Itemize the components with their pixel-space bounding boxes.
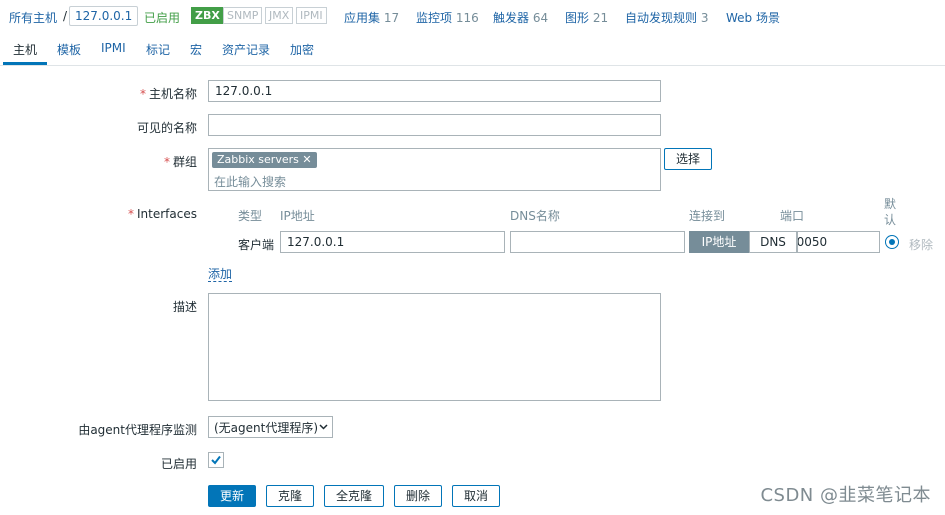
- default-interface-radio[interactable]: [885, 235, 899, 249]
- interface-default-header: 默认: [884, 197, 897, 227]
- hostname-input[interactable]: [208, 80, 661, 102]
- visible-name-label: 可见的名称: [136, 121, 197, 135]
- hostname-label: * 主机名称: [139, 87, 197, 101]
- description-textarea[interactable]: [208, 293, 661, 401]
- update-button[interactable]: 更新: [208, 485, 256, 507]
- add-interface-link[interactable]: 添加: [208, 267, 233, 282]
- host-navigation-bar: 所有主机 / 127.0.0.1 已启用 ZBX SNMP JMX IPMI 应…: [0, 0, 945, 33]
- interface-connect-header: 连接到: [689, 209, 726, 223]
- tab-inventory[interactable]: 资产记录: [222, 41, 270, 58]
- enabled-label: 已启用: [160, 457, 197, 471]
- tab-tags[interactable]: 标记: [146, 41, 170, 58]
- groups-search-placeholder[interactable]: 在此输入搜索: [214, 173, 286, 190]
- interface-dns-header: DNS名称: [510, 209, 560, 223]
- proxy-select[interactable]: (无agent代理程序): [208, 416, 333, 438]
- clone-button[interactable]: 克隆: [266, 485, 314, 507]
- full-clone-button[interactable]: 全克隆: [324, 485, 384, 507]
- proxy-label: 由agent代理程序监测: [78, 423, 197, 437]
- discovery-rules-link[interactable]: 自动发现规则 3: [625, 9, 708, 26]
- connect-to-dns-toggle[interactable]: DNS: [749, 231, 797, 253]
- group-chip-zabbix-servers: Zabbix servers ✕: [212, 152, 317, 168]
- interface-ip-header: IP地址: [280, 209, 315, 223]
- ipmi-availability-badge: IPMI: [296, 7, 327, 24]
- groups-multiselect[interactable]: Zabbix servers ✕ 在此输入搜索: [208, 148, 661, 191]
- triggers-link[interactable]: 触发器 64: [493, 9, 548, 26]
- host-form-tabs: 主机 模板 IPMI 标记 宏 资产记录 加密: [0, 33, 945, 66]
- interface-ip-input[interactable]: [280, 231, 505, 253]
- checkmark-icon: [211, 455, 221, 465]
- remove-group-icon[interactable]: ✕: [302, 153, 311, 166]
- interface-type-header: 类型: [238, 209, 263, 223]
- tab-templates[interactable]: 模板: [57, 41, 81, 58]
- tab-ipmi[interactable]: IPMI: [101, 41, 126, 55]
- interfaces-label: * Interfaces: [128, 207, 197, 221]
- groups-label: * 群组: [163, 155, 197, 169]
- host-status-enabled[interactable]: 已启用: [144, 9, 180, 26]
- enabled-checkbox[interactable]: [208, 452, 224, 468]
- all-hosts-link[interactable]: 所有主机: [9, 9, 57, 26]
- interface-port-header: 端口: [780, 209, 805, 223]
- interface-port-value[interactable]: 10050: [798, 235, 827, 249]
- connect-to-ip-toggle[interactable]: IP地址: [689, 231, 749, 253]
- snmp-availability-badge: SNMP: [223, 7, 263, 24]
- web-scenarios-link[interactable]: Web 场景: [726, 9, 780, 26]
- breadcrumb-separator: /: [63, 9, 68, 23]
- chevron-down-icon: [319, 424, 328, 430]
- tab-encryption[interactable]: 加密: [290, 41, 314, 58]
- current-host-link[interactable]: 127.0.0.1: [69, 6, 139, 26]
- radio-selected-dot: [889, 239, 895, 245]
- select-groups-button[interactable]: 选择: [664, 148, 712, 170]
- delete-button[interactable]: 删除: [394, 485, 442, 507]
- cancel-button[interactable]: 取消: [452, 485, 500, 507]
- graphs-link[interactable]: 图形 21: [565, 9, 608, 26]
- interface-type-agent: 客户端: [238, 238, 275, 252]
- zbx-availability-badge: ZBX: [191, 7, 224, 24]
- watermark: CSDN @韭菜笔记本: [760, 485, 931, 506]
- interface-dns-input[interactable]: [510, 231, 685, 253]
- applications-link[interactable]: 应用集 17: [344, 9, 399, 26]
- visible-name-input[interactable]: [208, 114, 661, 136]
- interface-port-field: 10050: [797, 231, 880, 253]
- description-label: 描述: [172, 300, 197, 314]
- tab-macros[interactable]: 宏: [190, 41, 202, 58]
- active-tab-indicator: [3, 62, 47, 65]
- jmx-availability-badge: JMX: [265, 7, 294, 24]
- proxy-selected-value: (无agent代理程序): [214, 421, 319, 435]
- items-link[interactable]: 监控项 116: [416, 9, 479, 26]
- tab-host[interactable]: 主机: [13, 41, 37, 58]
- remove-interface-link[interactable]: 移除: [909, 236, 933, 253]
